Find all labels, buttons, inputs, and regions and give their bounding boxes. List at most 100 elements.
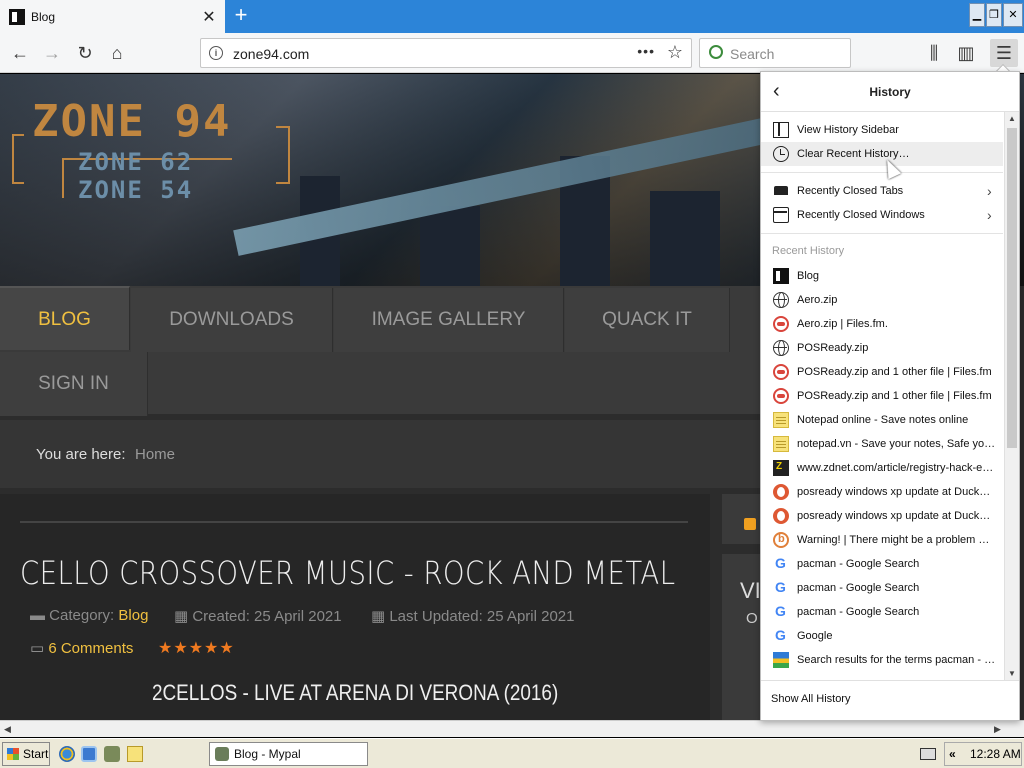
history-item[interactable]: pacman - Google Search: [761, 552, 1003, 576]
site-nav: BLOG DOWNLOADS IMAGE GALLERY QUACK IT SI…: [0, 286, 760, 416]
history-item[interactable]: posready windows xp update at DuckDuckGo: [761, 480, 1003, 504]
notepad-quicklaunch-icon[interactable]: [127, 746, 143, 762]
nav-downloads[interactable]: DOWNLOADS: [131, 288, 333, 352]
breadcrumb-home[interactable]: Home: [135, 446, 175, 463]
start-button[interactable]: Start: [2, 742, 50, 766]
category-link[interactable]: Blog: [118, 607, 148, 624]
history-item[interactable]: www.zdnet.com/article/registry-hack-enab…: [761, 456, 1003, 480]
home-icon[interactable]: ⌂: [103, 39, 131, 67]
banner-building: [420, 206, 480, 286]
ie-icon[interactable]: [59, 746, 75, 762]
history-item-label: Warning! | There might be a problem with: [797, 534, 998, 546]
history-item[interactable]: POSReady.zip: [761, 336, 1003, 360]
article: CELLO CROSSOVER MUSIC - ROCK AND METAL ▬…: [0, 494, 710, 720]
banner-building: [650, 191, 720, 286]
nav-image-gallery[interactable]: IMAGE GALLERY: [334, 288, 564, 352]
notepad-icon: [773, 436, 789, 452]
comments-count: 6 Comments: [48, 640, 134, 657]
history-item[interactable]: pacman - Google Search: [761, 576, 1003, 600]
history-item-label: pacman - Google Search: [797, 558, 920, 570]
history-item-label: POSReady.zip and 1 other file | Files.fm: [797, 390, 992, 402]
comment-icon: ▭: [30, 640, 49, 657]
created-date: Created: 25 April 2021: [192, 608, 342, 625]
back-chevron-icon[interactable]: ‹: [773, 80, 780, 103]
mypal-quicklaunch-icon[interactable]: [104, 746, 120, 762]
history-item-label: POSReady.zip: [797, 342, 869, 354]
library-icon[interactable]: ⫼: [920, 39, 948, 67]
url-bar[interactable]: i zone94.com ••• ☆: [200, 38, 692, 68]
page-actions-icon[interactable]: •••: [637, 43, 655, 59]
comments-link[interactable]: ▭ 6 Comments: [30, 639, 133, 657]
tabs-icon: [773, 183, 789, 199]
bookmark-star-icon[interactable]: ☆: [667, 42, 683, 63]
history-item[interactable]: Notepad online - Save notes online: [761, 408, 1003, 432]
history-item[interactable]: POSReady.zip and 1 other file | Files.fm: [761, 360, 1003, 384]
files-fm-icon: [773, 388, 789, 404]
history-scroll-thumb[interactable]: [1007, 128, 1017, 448]
close-tab-icon[interactable]: ✕: [199, 7, 219, 27]
scroll-up-icon[interactable]: ▲: [1008, 114, 1016, 123]
history-item[interactable]: Aero.zip: [761, 288, 1003, 312]
history-footer: Show All History: [761, 680, 1019, 720]
search-input[interactable]: Search: [730, 46, 774, 62]
separator: [761, 172, 1003, 173]
history-item-label: pacman - Google Search: [797, 582, 920, 594]
history-item-label: notepad.vn - Save your notes, Safe your …: [797, 438, 1003, 450]
logo-line-3: ZONE 54: [78, 176, 194, 204]
clear-recent-history-label: Clear Recent History…: [797, 148, 910, 160]
recently-closed-tabs[interactable]: Recently Closed Tabs ›: [761, 179, 1003, 203]
history-item-label: posready windows xp update at DuckDuckGo: [797, 486, 1003, 498]
taskbar: Start Blog - Mypal « 12:28 AM: [0, 738, 1024, 768]
globe-icon: [773, 340, 789, 356]
keyboard-icon[interactable]: [920, 748, 936, 760]
view-history-sidebar[interactable]: View History Sidebar: [761, 118, 1003, 142]
url-text[interactable]: zone94.com: [233, 46, 309, 62]
separator: [761, 233, 1003, 234]
site-logo[interactable]: ZONE 94 ZONE 62 ZONE 54: [12, 96, 297, 216]
history-title: History: [869, 85, 911, 99]
menu-icon[interactable]: ☰: [990, 39, 1018, 67]
forward-icon[interactable]: →: [38, 39, 66, 67]
history-item[interactable]: Warning! | There might be a problem with: [761, 528, 1003, 552]
search-box[interactable]: Search: [699, 38, 851, 68]
tray-expand-icon[interactable]: «: [949, 743, 956, 765]
tab-blog[interactable]: Blog ✕: [0, 0, 225, 33]
site-info-icon[interactable]: i: [209, 46, 223, 60]
history-scrollbar[interactable]: ▲ ▼: [1004, 112, 1019, 680]
history-item[interactable]: notepad.vn - Save your notes, Safe your …: [761, 432, 1003, 456]
scroll-down-icon[interactable]: ▼: [1008, 669, 1016, 678]
browser-quicklaunch-icon[interactable]: [81, 746, 97, 762]
horizontal-scrollbar[interactable]: ◀ ▶: [0, 720, 1024, 737]
history-item[interactable]: Blog: [761, 264, 1003, 288]
nav-sign-in[interactable]: SIGN IN: [0, 352, 148, 416]
history-item[interactable]: posready windows xp update at DuckDuckGo: [761, 504, 1003, 528]
zdnet-icon: [773, 460, 789, 476]
minimize-button[interactable]: ▁: [969, 3, 985, 27]
back-icon[interactable]: ←: [6, 39, 34, 67]
files-fm-icon: [773, 364, 789, 380]
reload-icon[interactable]: ↻: [71, 39, 99, 67]
breadcrumb-label: You are here:: [36, 446, 126, 463]
recently-closed-windows[interactable]: Recently Closed Windows ›: [761, 203, 1003, 227]
history-item[interactable]: POSReady.zip and 1 other file | Files.fm: [761, 384, 1003, 408]
scroll-right-icon[interactable]: ▶: [994, 724, 1001, 735]
nav-blog[interactable]: BLOG: [0, 286, 130, 350]
close-window-button[interactable]: ✕: [1003, 3, 1023, 27]
rating-stars[interactable]: ★★★★★: [158, 638, 235, 658]
folder-icon: ▬: [30, 607, 50, 624]
article-title[interactable]: CELLO CROSSOVER MUSIC - ROCK AND METAL: [20, 554, 675, 592]
restore-button[interactable]: ❐: [986, 3, 1002, 27]
new-tab-button[interactable]: +: [228, 4, 254, 28]
show-all-history-button[interactable]: Show All History: [771, 693, 850, 705]
scroll-left-icon[interactable]: ◀: [4, 724, 11, 735]
logo-frame: [12, 134, 24, 184]
history-item[interactable]: Google: [761, 624, 1003, 648]
taskbar-item-blog-mypal[interactable]: Blog - Mypal: [209, 742, 368, 766]
rss-icon[interactable]: [744, 518, 756, 530]
history-item[interactable]: pacman - Google Search: [761, 600, 1003, 624]
history-item[interactable]: Search results for the terms pacman - In…: [761, 648, 1003, 672]
sidebar-toggle-icon[interactable]: ▥: [952, 39, 980, 67]
nav-quack-it[interactable]: QUACK IT: [565, 288, 730, 352]
duckduckgo-icon: [773, 508, 789, 524]
history-item[interactable]: Aero.zip | Files.fm.: [761, 312, 1003, 336]
